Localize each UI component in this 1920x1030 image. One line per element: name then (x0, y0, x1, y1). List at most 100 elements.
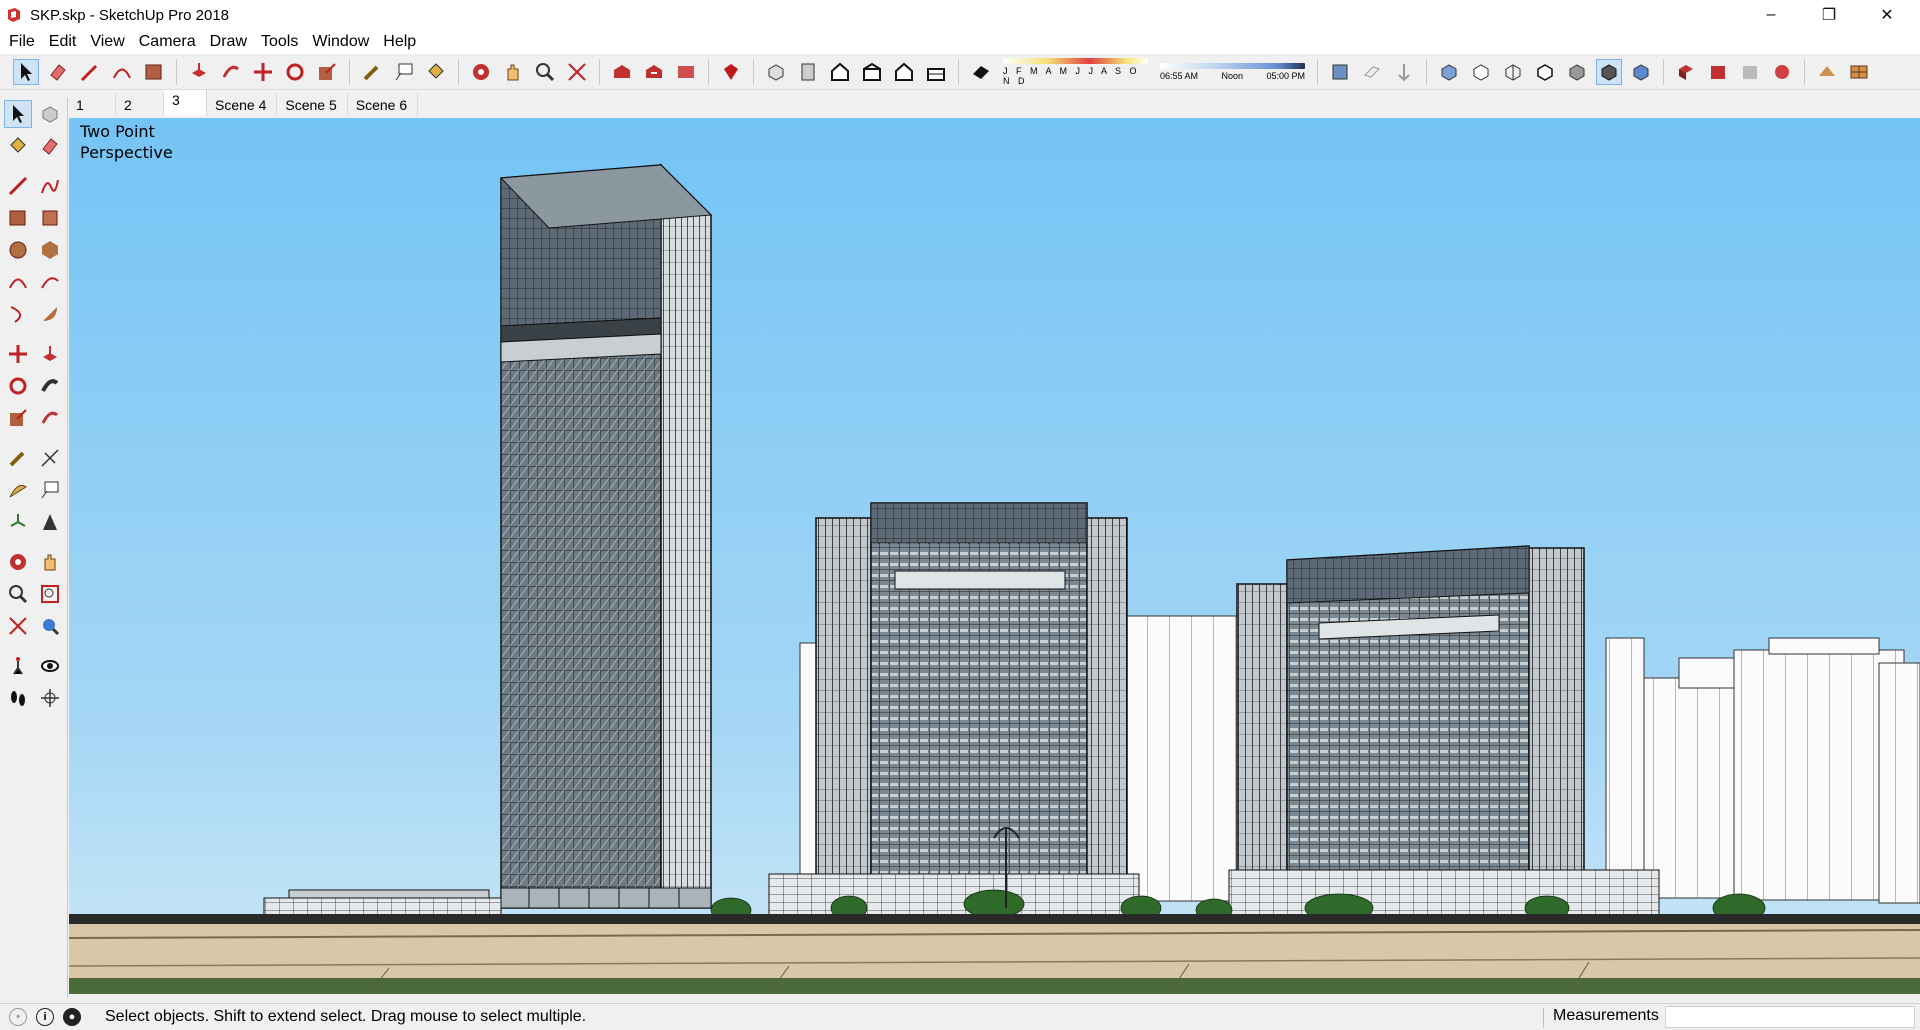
walk-icon[interactable] (4, 684, 32, 712)
push-pull-icon[interactable] (186, 59, 212, 85)
rectangle-icon[interactable] (4, 204, 32, 232)
materials-icon[interactable] (1769, 59, 1795, 85)
tape-measure-icon[interactable] (4, 444, 32, 472)
zoom-window-icon[interactable] (36, 580, 64, 608)
geo-location-icon[interactable]: • (9, 1008, 27, 1026)
shaded-textures-icon[interactable] (1596, 58, 1622, 85)
close-button[interactable]: ✕ (1858, 0, 1916, 30)
menu-camera[interactable]: Camera (132, 33, 203, 51)
protractor-icon[interactable] (4, 476, 32, 504)
monochrome-icon[interactable] (1628, 59, 1654, 85)
paint-bucket-icon[interactable] (423, 59, 449, 85)
credits-icon[interactable]: i (36, 1008, 54, 1026)
scene-tab-5[interactable]: Scene 5 (277, 94, 348, 116)
section-cut-icon[interactable] (1391, 59, 1417, 85)
polygon-icon[interactable] (36, 236, 64, 264)
text-icon[interactable] (391, 59, 417, 85)
axes-icon[interactable] (4, 508, 32, 536)
scene-tab-3[interactable]: 3 (164, 90, 207, 116)
minimize-button[interactable]: – (1742, 0, 1800, 30)
iso-view-icon[interactable] (763, 59, 789, 85)
group-icon[interactable] (1705, 59, 1731, 85)
line-icon[interactable] (4, 172, 32, 200)
pencil-line-icon[interactable] (77, 59, 103, 85)
offset-icon[interactable] (36, 404, 64, 432)
three-point-arc-icon[interactable] (4, 300, 32, 328)
user-account-icon[interactable]: ● (63, 1008, 81, 1026)
select-icon[interactable] (4, 100, 32, 128)
outliner-icon[interactable] (1737, 59, 1763, 85)
menu-edit[interactable]: Edit (42, 33, 84, 51)
extension-warehouse-icon[interactable] (673, 59, 699, 85)
text-icon[interactable] (36, 476, 64, 504)
front-view-icon[interactable] (827, 59, 853, 85)
move-icon[interactable] (4, 340, 32, 368)
model-viewport[interactable]: Two Point Perspective (69, 118, 1920, 994)
menu-file[interactable]: File (2, 33, 42, 51)
ruby-icon[interactable] (718, 59, 744, 85)
section-plane-icon[interactable] (1327, 59, 1353, 85)
section-plane-icon[interactable] (36, 684, 64, 712)
scene-tab-4[interactable]: Scene 4 (207, 94, 278, 116)
shaded-icon[interactable] (1564, 59, 1590, 85)
wireframe-icon[interactable] (1500, 59, 1526, 85)
pan-icon[interactable] (500, 59, 526, 85)
scale-icon[interactable] (314, 59, 340, 85)
component-icon[interactable] (1673, 59, 1699, 85)
pie-icon[interactable] (36, 300, 64, 328)
zoom-extents-icon[interactable] (564, 59, 590, 85)
rectangle-icon[interactable] (141, 59, 167, 85)
two-point-arc-icon[interactable] (36, 268, 64, 296)
right-view-icon[interactable] (859, 59, 885, 85)
tape-measure-icon[interactable] (359, 59, 385, 85)
look-around-icon[interactable] (36, 652, 64, 680)
menu-tools[interactable]: Tools (254, 33, 305, 51)
scene-tab-2[interactable]: 2 (116, 94, 164, 116)
hidden-line-icon[interactable] (1532, 59, 1558, 85)
previous-view-icon[interactable] (36, 612, 64, 640)
shadow-month-slider[interactable]: J F M A M J J A S O N D (1003, 57, 1148, 86)
menu-draw[interactable]: Draw (203, 33, 254, 51)
top-view-icon[interactable] (795, 59, 821, 85)
arc-icon[interactable] (4, 268, 32, 296)
position-camera-icon[interactable] (4, 652, 32, 680)
rotate-icon[interactable] (282, 59, 308, 85)
freehand-icon[interactable] (36, 172, 64, 200)
orbit-icon[interactable] (468, 59, 494, 85)
eraser-icon[interactable] (45, 59, 71, 85)
back-view-icon[interactable] (891, 59, 917, 85)
dimension-icon[interactable] (36, 444, 64, 472)
restore-button[interactable]: ❐ (1800, 0, 1858, 30)
follow-me-icon[interactable] (218, 59, 244, 85)
shadow-time-slider[interactable]: 06:55 AM Noon 05:00 PM (1160, 62, 1305, 81)
orbit-icon[interactable] (4, 548, 32, 576)
measurements-input[interactable] (1665, 1006, 1915, 1028)
warehouse-icon[interactable] (609, 59, 635, 85)
circle-icon[interactable] (4, 236, 32, 264)
move-icon[interactable] (250, 59, 276, 85)
left-view-icon[interactable] (923, 59, 949, 85)
scale-icon[interactable] (4, 404, 32, 432)
menu-view[interactable]: View (83, 33, 131, 51)
xray-icon[interactable] (1436, 59, 1462, 85)
paint-bucket-icon[interactable] (4, 132, 32, 160)
zoom-icon[interactable] (532, 59, 558, 85)
share-model-icon[interactable] (641, 59, 667, 85)
rotate-icon[interactable] (4, 372, 32, 400)
shadows-toggle-icon[interactable] (968, 59, 994, 85)
eraser-icon[interactable] (36, 132, 64, 160)
push-pull-icon[interactable] (36, 340, 64, 368)
section-fill-icon[interactable] (1359, 59, 1385, 85)
follow-me-icon[interactable] (36, 372, 64, 400)
rotated-rectangle-icon[interactable] (36, 204, 64, 232)
3d-text-icon[interactable] (36, 508, 64, 536)
zoom-icon[interactable] (4, 580, 32, 608)
pan-icon[interactable] (36, 548, 64, 576)
scene-tab-6[interactable]: Scene 6 (347, 94, 419, 116)
sandbox-icon[interactable] (1814, 59, 1840, 85)
menu-help[interactable]: Help (376, 33, 423, 51)
zoom-extents-icon[interactable] (4, 612, 32, 640)
scene-tab-1[interactable]: 1 (68, 94, 116, 116)
terrain-grid-icon[interactable] (1846, 59, 1872, 85)
menu-window[interactable]: Window (305, 33, 376, 51)
